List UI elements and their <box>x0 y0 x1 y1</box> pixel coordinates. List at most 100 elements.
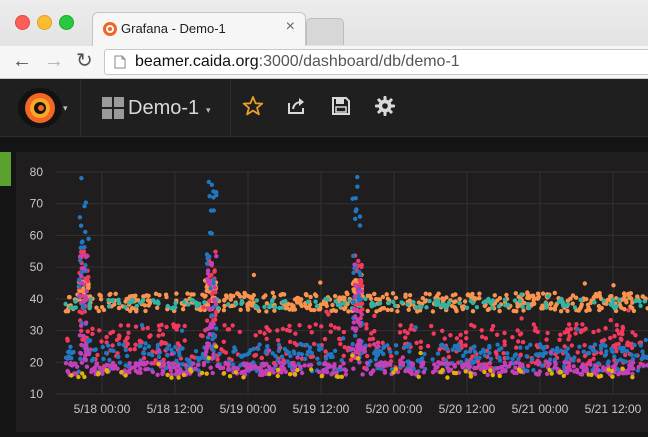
data-point <box>370 336 376 341</box>
logo-dropdown-icon[interactable]: ▾ <box>63 103 68 114</box>
data-point <box>393 366 398 372</box>
data-point <box>230 323 235 328</box>
data-point <box>385 307 390 313</box>
data-point <box>332 325 338 330</box>
data-point <box>357 269 362 275</box>
data-point <box>101 356 106 362</box>
share-icon[interactable] <box>286 95 308 117</box>
data-point <box>402 345 407 350</box>
data-point <box>228 297 233 302</box>
data-point <box>82 356 87 362</box>
data-point <box>432 362 437 367</box>
data-point <box>201 305 206 310</box>
data-point <box>257 342 262 347</box>
new-tab-button[interactable] <box>306 18 344 45</box>
data-point <box>505 351 510 356</box>
data-point <box>156 333 161 338</box>
save-icon[interactable] <box>330 95 352 117</box>
data-point <box>156 301 161 306</box>
data-point <box>189 354 194 359</box>
data-point <box>161 361 166 366</box>
data-point <box>606 367 611 372</box>
data-point <box>553 362 558 367</box>
data-point <box>246 351 252 356</box>
data-point <box>505 355 510 361</box>
data-point <box>636 364 641 370</box>
data-point <box>185 291 190 296</box>
y-tick-label: 40 <box>30 292 44 306</box>
data-point <box>213 301 219 307</box>
data-point <box>79 310 85 315</box>
data-point <box>357 321 363 326</box>
data-point <box>540 291 546 296</box>
data-point <box>134 303 139 309</box>
data-point <box>503 303 508 308</box>
gear-icon[interactable] <box>374 95 396 117</box>
data-point <box>207 332 212 337</box>
data-point <box>502 339 507 344</box>
x-tick-label: 5/19 00:00 <box>220 402 277 416</box>
data-point <box>166 343 172 348</box>
data-point <box>124 353 130 359</box>
address-bar[interactable]: beamer.caida.org:3000/dashboard/db/demo-… <box>104 49 648 75</box>
minimize-window-button[interactable] <box>37 15 52 30</box>
data-point <box>133 324 139 329</box>
data-point <box>93 347 99 352</box>
data-point <box>454 336 460 341</box>
data-point <box>113 291 118 296</box>
data-point <box>536 362 541 367</box>
data-point <box>420 361 425 366</box>
close-window-button[interactable] <box>15 15 30 30</box>
data-point <box>352 333 358 338</box>
data-point <box>209 313 214 318</box>
grafana-logo-button[interactable] <box>18 88 62 128</box>
reload-icon[interactable]: ↻ <box>76 50 93 72</box>
data-point <box>435 351 441 356</box>
data-point <box>91 366 96 372</box>
data-point <box>486 296 491 302</box>
data-point <box>496 304 502 309</box>
back-arrow-icon[interactable]: ← <box>12 50 32 72</box>
data-point <box>472 324 477 329</box>
data-point <box>176 375 181 380</box>
data-point <box>317 361 322 366</box>
data-point <box>382 368 387 373</box>
data-point <box>356 301 362 307</box>
data-point <box>221 371 227 376</box>
star-icon[interactable] <box>242 95 264 117</box>
data-point <box>544 337 549 342</box>
data-point <box>231 349 236 354</box>
y-tick-label: 80 <box>30 165 44 179</box>
data-point <box>222 297 227 303</box>
data-point <box>588 362 593 367</box>
data-point <box>138 343 143 348</box>
dashboard-picker-button[interactable]: Demo-1 ▾ <box>88 88 226 128</box>
data-point <box>566 322 572 327</box>
forward-arrow-icon[interactable]: → <box>44 50 64 72</box>
data-point <box>205 268 211 273</box>
data-point <box>86 236 91 241</box>
data-point <box>545 330 550 336</box>
maximize-window-button[interactable] <box>59 15 74 30</box>
data-point <box>123 347 128 353</box>
browser-tab-active[interactable]: Grafana - Demo-1 × <box>92 12 306 47</box>
data-point <box>365 353 370 359</box>
data-point <box>264 325 269 330</box>
data-point <box>357 360 362 365</box>
data-point <box>106 343 111 348</box>
data-point <box>110 329 116 334</box>
data-point <box>78 223 84 228</box>
data-point <box>191 292 196 297</box>
data-point <box>328 329 333 334</box>
graph-panel: 10 20 30 40 50 60 70 80 5/18 00:00 5/18 12:00 5/1… <box>16 152 648 432</box>
data-point <box>83 320 89 325</box>
data-point <box>409 361 414 366</box>
data-point <box>417 304 422 309</box>
data-point <box>153 291 159 296</box>
row-collapse-handle[interactable] <box>0 152 11 186</box>
data-point <box>299 297 304 302</box>
data-point <box>376 344 381 349</box>
data-point <box>138 300 143 305</box>
data-point <box>79 273 84 279</box>
tab-close-icon[interactable]: × <box>286 18 295 36</box>
